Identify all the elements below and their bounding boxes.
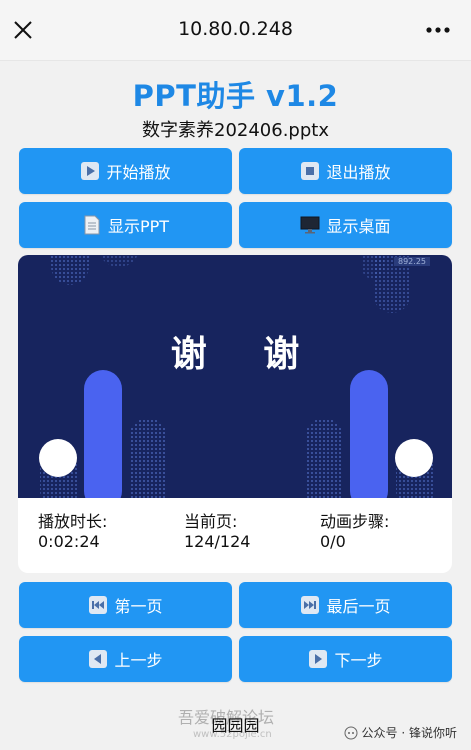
skip-back-icon <box>88 595 108 615</box>
stop-icon <box>300 161 320 181</box>
first-page-button[interactable]: 第一页 <box>19 582 232 628</box>
duration-value: 0:02:24 <box>38 532 100 551</box>
document-icon <box>82 215 102 235</box>
wechat-account: 公众号 · 锋说你听 <box>344 724 457 741</box>
monitor-icon <box>300 215 320 235</box>
animation-label: 动画步骤: <box>320 512 390 531</box>
play-icon <box>80 161 100 181</box>
browser-top-bar: 10.80.0.248 <box>0 0 471 61</box>
wechat-account-label: 公众号 · 锋说你听 <box>361 726 457 740</box>
prev-step-label: 上一步 <box>114 651 163 670</box>
page-host: 10.80.0.248 <box>178 18 293 40</box>
show-desktop-button[interactable]: 显示桌面 <box>239 202 452 248</box>
stat-animation: 动画步骤: 0/0 <box>320 512 389 552</box>
first-page-label: 第一页 <box>114 597 163 616</box>
page-value: 124/124 <box>184 532 251 551</box>
show-ppt-label: 显示PPT <box>107 217 170 236</box>
more-dots-icon[interactable] <box>425 20 451 40</box>
show-desktop-label: 显示桌面 <box>326 217 391 236</box>
stats-panel: 播放时长: 0:02:24 当前页: 124/124 动画步骤: 0/0 <box>18 512 452 564</box>
arrow-right-icon <box>308 649 328 669</box>
next-step-button[interactable]: 下一步 <box>239 636 452 682</box>
prev-step-button[interactable]: 上一步 <box>19 636 232 682</box>
exit-play-label: 退出播放 <box>326 163 391 182</box>
slide-text: 谢 谢 <box>170 334 322 375</box>
slide-preview: 892.25 谢 谢 <box>18 255 452 498</box>
wechat-icon <box>344 726 358 739</box>
last-page-button[interactable]: 最后一页 <box>239 582 452 628</box>
animation-value: 0/0 <box>320 532 346 551</box>
page-label: 当前页: <box>184 512 238 531</box>
duration-label: 播放时长: <box>38 512 108 531</box>
start-play-button[interactable]: 开始播放 <box>19 148 232 194</box>
stat-page: 当前页: 124/124 <box>184 512 250 552</box>
app-title: PPT助手 v1.2 <box>132 79 339 113</box>
stat-duration: 播放时长: 0:02:24 <box>38 512 107 552</box>
file-name: 数字素养202406.pptx <box>142 120 329 141</box>
slide-preview-card: 892.25 谢 谢 播放时长: 0:02:24 当前页: 124/124 动画… <box>18 255 452 573</box>
arrow-left-icon <box>88 649 108 669</box>
show-ppt-button[interactable]: 显示PPT <box>19 202 232 248</box>
skip-forward-icon <box>300 595 320 615</box>
exit-play-button[interactable]: 退出播放 <box>239 148 452 194</box>
next-step-label: 下一步 <box>334 651 383 670</box>
start-play-label: 开始播放 <box>106 163 171 182</box>
slide-tag: 892.25 <box>394 257 430 266</box>
last-page-label: 最后一页 <box>326 597 391 616</box>
